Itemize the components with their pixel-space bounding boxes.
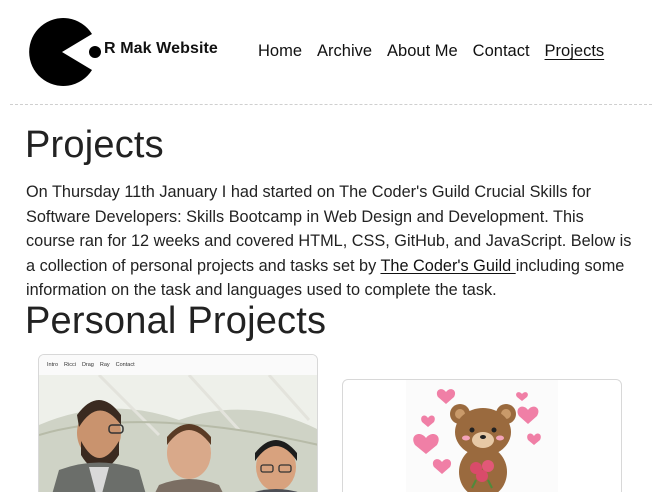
nav-archive[interactable]: Archive <box>317 42 372 61</box>
preview-nav-item: Ricci <box>64 362 76 368</box>
preview-nav-item: Ray <box>99 362 110 368</box>
preview-nav-item: Drag <box>81 362 94 368</box>
section-title: Personal Projects <box>25 300 327 342</box>
coders-guild-link[interactable]: The Coder's Guild <box>380 257 515 275</box>
group-photo-image <box>39 375 317 492</box>
pacman-logo[interactable] <box>26 14 106 90</box>
bear-with-hearts-image <box>406 380 558 492</box>
nav-home[interactable]: Home <box>258 42 302 61</box>
nav-about-me[interactable]: About Me <box>387 42 458 61</box>
nav-contact[interactable]: Contact <box>473 42 530 61</box>
header-divider <box>10 104 652 105</box>
preview-nav-item: Intro <box>47 362 59 368</box>
site-title[interactable]: R Mak Website <box>104 40 218 58</box>
intro-paragraph: On Thursday 11th January I had started o… <box>26 180 636 303</box>
main-nav: Home Archive About Me Contact Projects <box>258 42 619 61</box>
site-header: R Mak Website Home Archive About Me Cont… <box>0 0 662 106</box>
page-title: Projects <box>25 124 164 166</box>
nav-projects[interactable]: Projects <box>545 42 605 61</box>
preview-nav-item: Contact <box>115 362 135 368</box>
project-card[interactable] <box>342 379 622 492</box>
project-preview-nav: Intro Ricci Drag Ray Contact <box>39 355 317 375</box>
project-card[interactable]: Intro Ricci Drag Ray Contact <box>38 354 318 492</box>
